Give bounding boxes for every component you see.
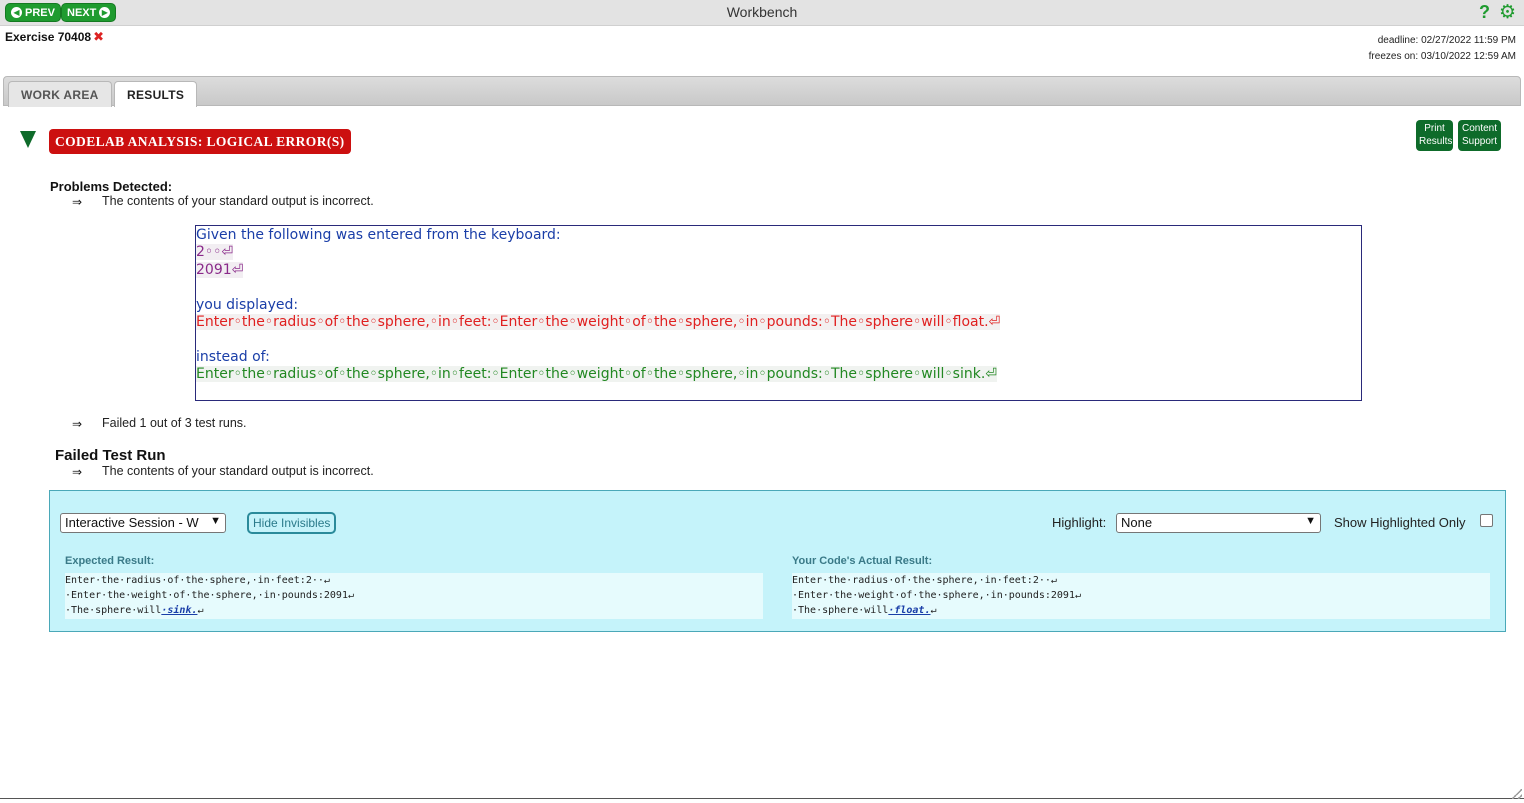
exercise-name: Exercise 70408 bbox=[5, 30, 92, 44]
actual-line-pre: ·The·sphere·will bbox=[792, 605, 889, 616]
show-highlighted-label: Show Highlighted Only bbox=[1334, 515, 1466, 530]
problem-item: The contents of your standard output is … bbox=[102, 194, 374, 208]
session-select-value: Interactive Session - W bbox=[65, 515, 199, 530]
chevron-down-icon: ▼ bbox=[1305, 515, 1316, 527]
expected-line: ·The·sphere·will·sink.↵ bbox=[65, 603, 763, 618]
expected-diff-highlight: ·sink. bbox=[161, 605, 198, 616]
keyboard-input-line: 2091⏎ bbox=[196, 262, 244, 278]
tab-bar: WORK AREA RESULTS bbox=[3, 76, 1521, 107]
arrow-icon: ⇒ bbox=[72, 195, 83, 209]
actual-line: ·The·sphere·will·float.↵ bbox=[792, 603, 1490, 618]
tab-results[interactable]: RESULTS bbox=[114, 81, 198, 107]
actual-result-heading: Your Code's Actual Result: bbox=[792, 555, 933, 567]
problems-title: Problems Detected: bbox=[50, 179, 173, 194]
instead-label: instead of: bbox=[196, 349, 270, 365]
hide-invisibles-button[interactable]: Hide Invisibles bbox=[247, 512, 337, 534]
analysis-banner: CODELAB ANALYSIS: LOGICAL ERROR(S) bbox=[49, 129, 351, 154]
freezes-text: freezes on: 03/10/2022 12:59 AM bbox=[1368, 51, 1516, 62]
actual-line-post: ↵ bbox=[930, 605, 937, 616]
displayed-label: you displayed: bbox=[196, 297, 299, 313]
expected-result-heading: Expected Result: bbox=[65, 555, 155, 567]
keyboard-input-line: 2◦◦⏎ bbox=[196, 244, 234, 260]
resize-grip-icon[interactable] bbox=[1512, 789, 1522, 799]
highlight-select-value: None bbox=[1121, 515, 1153, 530]
show-highlighted-checkbox[interactable] bbox=[1480, 514, 1493, 527]
expected-result-box: Enter·the·radius·of·the·sphere,·in·feet:… bbox=[65, 573, 763, 619]
deadline-text: deadline: 02/27/2022 11:59 PM bbox=[1377, 35, 1516, 46]
arrow-icon: ⇒ bbox=[72, 465, 83, 479]
failed-run-message: The contents of your standard output is … bbox=[102, 464, 374, 478]
gear-icon[interactable]: ⚙ bbox=[1499, 1, 1516, 24]
actual-result-box: Enter·the·radius·of·the·sphere,·in·feet:… bbox=[792, 573, 1490, 619]
test-run-panel: Interactive Session - W ▼ Hide Invisible… bbox=[49, 490, 1506, 632]
print-results-label-1: Print bbox=[1424, 123, 1445, 134]
deadline-info: deadline: 02/27/2022 11:59 PM freezes on… bbox=[1369, 33, 1516, 65]
given-label: Given the following was entered from the… bbox=[196, 227, 561, 243]
expected-output-line: Enter◦the◦radius◦of◦the◦sphere,◦in◦feet:… bbox=[196, 366, 997, 382]
content-support-label-2: Support bbox=[1461, 136, 1498, 147]
collapse-triangle-icon[interactable] bbox=[20, 131, 36, 148]
close-icon: ✖ bbox=[93, 29, 104, 44]
expected-line-post: ↵ bbox=[197, 605, 204, 616]
print-results-label-2: Results bbox=[1419, 136, 1453, 147]
failed-test-run-title: Failed Test Run bbox=[55, 447, 166, 464]
actual-output-line: Enter◦the◦radius◦of◦the◦sphere,◦in◦feet:… bbox=[196, 314, 1001, 330]
chevron-down-icon: ▼ bbox=[210, 515, 221, 527]
tab-work-area[interactable]: WORK AREA bbox=[8, 81, 112, 107]
expected-line: ·Enter·the·weight·of·the·sphere,·in·poun… bbox=[65, 590, 354, 601]
actual-line: Enter·the·radius·of·the·sphere,·in·feet:… bbox=[792, 575, 1057, 586]
top-bar: ◀ PREV NEXT ▶ Workbench ? ⚙ bbox=[0, 0, 1524, 26]
actual-diff-highlight: ·float. bbox=[888, 605, 931, 616]
content-support-button[interactable]: Content Support bbox=[1458, 120, 1501, 151]
highlight-label: Highlight: bbox=[1052, 515, 1107, 530]
highlight-select[interactable]: None ▼ bbox=[1116, 513, 1321, 533]
expected-line-pre: ·The·sphere·will bbox=[65, 605, 162, 616]
actual-line: ·Enter·the·weight·of·the·sphere,·in·poun… bbox=[792, 590, 1081, 601]
session-select[interactable]: Interactive Session - W ▼ bbox=[60, 513, 226, 533]
exercise-title: Exercise 70408 ✖ bbox=[5, 29, 104, 45]
app-title: Workbench bbox=[726, 4, 798, 20]
help-icon[interactable]: ? bbox=[1479, 2, 1490, 23]
output-diff-box: Given the following was entered from the… bbox=[195, 225, 1362, 401]
problem-item: Failed 1 out of 3 test runs. bbox=[102, 416, 247, 430]
content-support-label-1: Content bbox=[1461, 123, 1498, 134]
expected-line: Enter·the·radius·of·the·sphere,·in·feet:… bbox=[65, 575, 330, 586]
bottom-divider bbox=[0, 798, 1524, 799]
arrow-icon: ⇒ bbox=[72, 417, 83, 431]
print-results-button[interactable]: Print Results bbox=[1416, 120, 1453, 151]
